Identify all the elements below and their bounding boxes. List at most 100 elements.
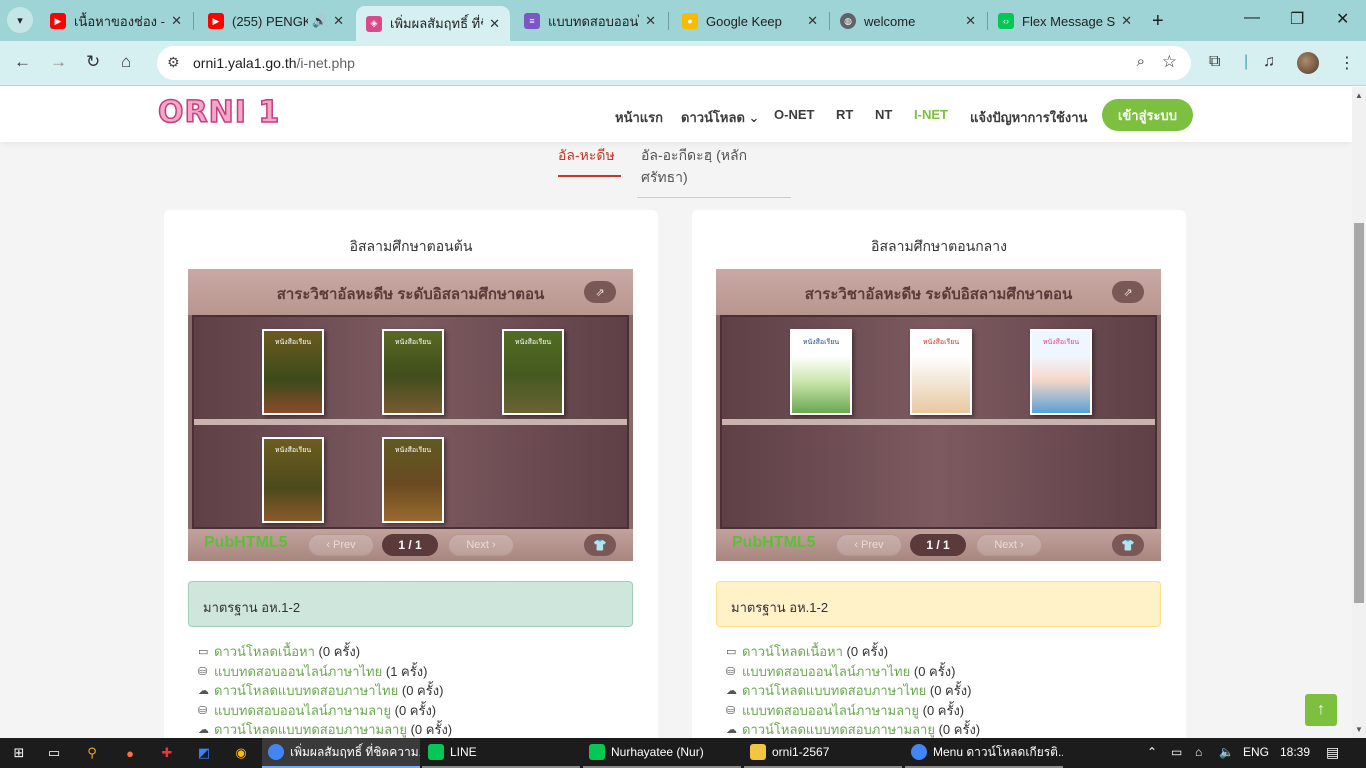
pubhtml5-logo[interactable]: PubHTML5: [204, 534, 288, 552]
nav-inet[interactable]: I-NET: [914, 107, 948, 122]
close-window-icon[interactable]: ✕: [1336, 9, 1349, 29]
download-content-link[interactable]: ดาวน์โหลดเนื้อหา: [742, 641, 843, 662]
site-logo[interactable]: ORNI 1: [157, 94, 280, 131]
windows-start-icon[interactable]: ⊞: [10, 744, 28, 762]
book-cover[interactable]: หนังสือเรียน: [262, 329, 324, 415]
download-test-malay-link[interactable]: ดาวน์โหลดแบบทดสอบภาษามลายู: [742, 719, 935, 738]
book-cover[interactable]: หนังสือเรียน: [262, 437, 324, 523]
browser-tab[interactable]: ● Google Keep ✕: [672, 6, 828, 36]
home-icon[interactable]: ⌂: [121, 52, 131, 72]
profile-avatar[interactable]: [1297, 52, 1319, 74]
nav-nt[interactable]: NT: [875, 107, 892, 122]
nav-download[interactable]: ดาวน์โหลด ⌄: [681, 107, 759, 128]
zoom-icon[interactable]: ⌕: [1137, 53, 1145, 70]
speaker-icon[interactable]: 🔊: [312, 14, 327, 28]
search-icon[interactable]: ⚲: [83, 744, 101, 762]
prev-page-button[interactable]: ‹ Prev: [308, 534, 374, 556]
battery-icon[interactable]: ▭: [1171, 745, 1182, 759]
app-icon[interactable]: ✚: [158, 744, 176, 762]
taskbar-item-label: orni1-2567: [772, 745, 830, 759]
tab-alhadith[interactable]: อัล-หะดีษ: [558, 145, 621, 177]
forward-icon[interactable]: →: [50, 52, 67, 72]
tab-alaqidah[interactable]: อัล-อะกีดะฮฺ (หลักศรัทธา): [637, 145, 791, 198]
firefox-icon[interactable]: ●: [121, 744, 139, 762]
clock[interactable]: 18:39: [1280, 745, 1310, 759]
book-cover[interactable]: หนังสือเรียน: [382, 437, 444, 523]
browser-tab[interactable]: ≡ แบบทดสอบออนไลน์ ✕: [514, 6, 666, 36]
book-cover[interactable]: หนังสือเรียน: [502, 329, 564, 415]
share-icon[interactable]: ⇗: [584, 281, 616, 303]
pubhtml5-logo[interactable]: PubHTML5: [732, 534, 816, 552]
book-cover[interactable]: หนังสือเรียน: [790, 329, 852, 415]
scroll-down-arrow[interactable]: ▼: [1355, 725, 1363, 734]
browser-tab-active[interactable]: ◈ เพิ่มผลสัมฤทธิ์ ที่ชิด ✕: [356, 6, 510, 41]
close-tab-icon[interactable]: ✕: [807, 13, 818, 29]
prev-page-button[interactable]: ‹ Prev: [836, 534, 902, 556]
taskbar-item[interactable]: เพิ่มผลสัมฤทธิ์ ที่ชิดความ...: [262, 738, 420, 768]
address-bar[interactable]: ⚙ orni1.yala1.go.th/i-net.php ⌕ ☆: [157, 46, 1191, 80]
task-view-icon[interactable]: ▭: [45, 744, 63, 762]
login-button[interactable]: เข้าสู่ระบบ: [1102, 99, 1193, 131]
online-test-thai-link[interactable]: แบบทดสอบออนไลน์ภาษาไทย: [742, 661, 910, 682]
bookmark-star-icon[interactable]: ☆: [1162, 52, 1177, 72]
close-tab-icon[interactable]: ✕: [645, 13, 656, 29]
nav-home[interactable]: หน้าแรก: [615, 107, 663, 128]
media-control-icon[interactable]: ♫: [1263, 53, 1275, 71]
taskbar-item[interactable]: Nurhayatee (Nur): [583, 738, 741, 768]
chrome-menu-icon[interactable]: ⋮: [1339, 53, 1355, 73]
download-test-thai-link[interactable]: ดาวน์โหลดแบบทดสอบภาษาไทย: [742, 680, 926, 701]
share-icon[interactable]: ⇗: [1112, 281, 1144, 303]
shelf-board: [194, 419, 627, 425]
chrome-icon[interactable]: ◉: [232, 744, 250, 762]
minimize-icon[interactable]: —: [1244, 9, 1260, 27]
reload-icon[interactable]: ↻: [86, 52, 100, 72]
browser-tab[interactable]: ◍ welcome ✕: [830, 6, 986, 36]
next-page-button[interactable]: Next ›: [976, 534, 1042, 556]
tray-chevron-icon[interactable]: ⌃: [1147, 745, 1157, 759]
close-tab-icon[interactable]: ✕: [489, 16, 500, 32]
close-tab-icon[interactable]: ✕: [171, 13, 182, 29]
browser-tab[interactable]: ‹› Flex Message Sir ✕: [988, 6, 1142, 36]
close-tab-icon[interactable]: ✕: [965, 13, 976, 29]
book-cover[interactable]: หนังสือเรียน: [382, 329, 444, 415]
nav-rt[interactable]: RT: [836, 107, 853, 122]
online-test-malay-link[interactable]: แบบทดสอบออนไลน์ภาษามลายู: [742, 700, 919, 721]
new-tab-button[interactable]: +: [1152, 10, 1164, 33]
book-cover[interactable]: หนังสือเรียน: [1030, 329, 1092, 415]
online-test-malay-link[interactable]: แบบทดสอบออนไลน์ภาษามลายู: [214, 700, 391, 721]
notification-icon[interactable]: ▤: [1326, 744, 1339, 761]
volume-icon[interactable]: 🔈: [1219, 745, 1234, 759]
page-scrollbar[interactable]: ▲ ▼: [1352, 87, 1366, 738]
bookshelf-title: สาระวิชาอัลหะดีษ ระดับอิสลามศึกษาตอน: [804, 286, 1073, 303]
nav-report-problem[interactable]: แจ้งปัญหาการใช้งาน: [970, 107, 1087, 128]
browser-tab[interactable]: ▶ เนื้อหาของช่อง - Yo ✕: [40, 6, 192, 36]
back-to-top-button[interactable]: ↑: [1305, 694, 1337, 726]
download-test-thai-link[interactable]: ดาวน์โหลดแบบทดสอบภาษาไทย: [214, 680, 398, 701]
next-page-button[interactable]: Next ›: [448, 534, 514, 556]
taskbar-item[interactable]: LINE: [422, 738, 580, 768]
close-tab-icon[interactable]: ✕: [1121, 13, 1132, 29]
taskbar-item[interactable]: Menu ดาวน์โหลดเกียรติ...: [905, 738, 1063, 768]
maps-app-icon[interactable]: ◩: [195, 744, 213, 762]
extensions-icon[interactable]: ⧉: [1209, 53, 1220, 71]
back-icon[interactable]: ←: [14, 52, 31, 72]
scrollbar-thumb[interactable]: [1354, 223, 1364, 603]
download-test-malay-link[interactable]: ดาวน์โหลดแบบทดสอบภาษามลายู: [214, 719, 407, 738]
scroll-up-arrow[interactable]: ▲: [1355, 91, 1363, 100]
restore-icon[interactable]: ❐: [1290, 9, 1304, 29]
pubhtml-icon: ◈: [366, 15, 382, 32]
network-icon[interactable]: ⌂: [1195, 745, 1202, 759]
theme-shirt-icon[interactable]: 👕: [1112, 534, 1144, 556]
browser-tab[interactable]: ▶ (255) PENGK 🔊 ✕: [198, 6, 354, 36]
online-test-thai-link[interactable]: แบบทดสอบออนไลน์ภาษาไทย: [214, 661, 382, 682]
nav-onet[interactable]: O-NET: [774, 107, 814, 122]
taskbar-item[interactable]: orni1-2567: [744, 738, 902, 768]
download-content-link[interactable]: ดาวน์โหลดเนื้อหา: [214, 641, 315, 662]
book-cover[interactable]: หนังสือเรียน: [910, 329, 972, 415]
language-indicator[interactable]: ENG: [1243, 745, 1269, 759]
theme-shirt-icon[interactable]: 👕: [584, 534, 616, 556]
chrome-icon: [911, 744, 927, 760]
tab-search-button[interactable]: ▾: [7, 7, 33, 33]
close-tab-icon[interactable]: ✕: [333, 13, 344, 29]
site-info-icon[interactable]: ⚙: [167, 54, 180, 71]
